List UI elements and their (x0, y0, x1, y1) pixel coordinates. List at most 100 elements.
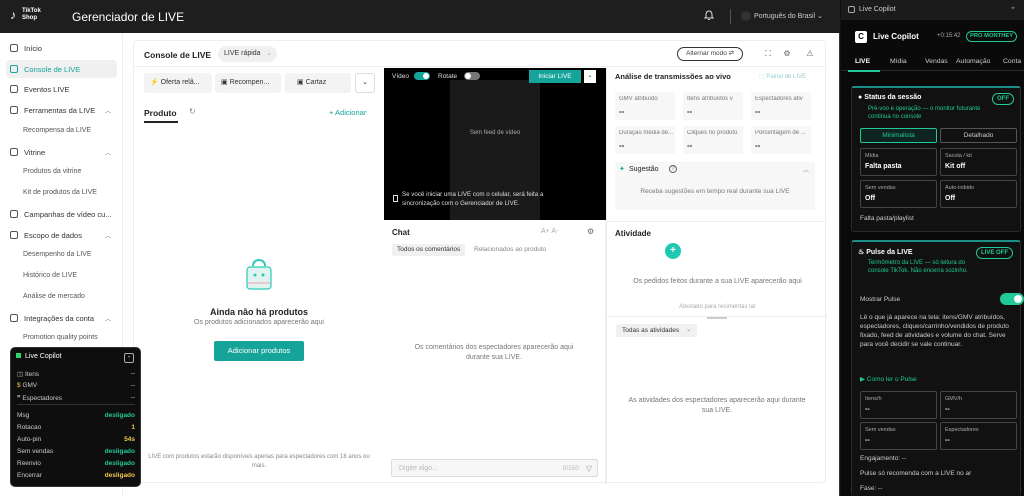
recommend-text: Pulse só recomenda com a LIVE no ar (860, 470, 972, 477)
minimize-button[interactable]: - (124, 353, 134, 363)
gift-icon: ▣ (221, 79, 228, 86)
analysis-title: Análise de transmissões ao vivo (615, 72, 731, 81)
row-label: Auto-pin (17, 436, 42, 443)
sidebar-item-kit-produtos[interactable]: Kit de produtos da LIVE (23, 189, 97, 196)
calendar-icon (10, 85, 18, 93)
sidebar-item-analise-mercado[interactable]: Análise de mercado (23, 293, 85, 300)
chevron-up-icon[interactable]: ︿ (803, 165, 809, 174)
sidebar-item-eventos[interactable]: Eventos LIVE (6, 80, 117, 98)
minimal-view-button[interactable]: Minimalista (860, 128, 937, 143)
video-toggle-label: Vídeo (392, 73, 409, 80)
metric-label: Duração média de... (619, 130, 674, 136)
dashboard-label: Painel de LIVE (766, 74, 807, 80)
tab-automacao[interactable]: Automação (956, 58, 990, 65)
offer-button[interactable]: ⚡ Oferta relâ... (144, 73, 212, 93)
phase-text: Fase: -- (860, 485, 883, 492)
resize-handle[interactable] (707, 317, 727, 319)
sidebar-item-produtos-vitrine[interactable]: Produtos da vitrine (23, 168, 81, 175)
sidebar-item-historico[interactable]: Histórico de LIVE (23, 272, 77, 279)
live-dashboard-link[interactable]: ⬚ Painel de LIVE (759, 73, 806, 80)
sync-note: Se você iniciar uma LIVE com o celular, … (402, 191, 544, 207)
sidebar-item-inicio[interactable]: Início (6, 39, 117, 57)
warning-icon[interactable]: ⚠ (805, 49, 815, 59)
add-product-link[interactable]: + Adicionar (329, 108, 366, 117)
mini-title-text: Live Copilot (25, 353, 62, 360)
pulse-howto-link[interactable]: ▶ Como ler o Pulse (860, 375, 917, 383)
more-tools-button[interactable]: ⌄ (355, 73, 375, 93)
chat-settings-icon[interactable]: ⚙ (587, 227, 594, 236)
chat-input[interactable]: Digite algo... 0/150 ▽ (391, 459, 598, 477)
plus-icon[interactable]: + (665, 243, 681, 259)
tiktok-shop-logo[interactable]: ♪ TikTok Shop (10, 8, 41, 22)
video-preview: Vídeo Rotate Iniciar LIVE ⌄ Sem feed de … (384, 68, 606, 220)
tab-conta[interactable]: Conta (1003, 58, 1021, 65)
video-icon (10, 210, 18, 218)
reward-button[interactable]: ▣ Recompen... (215, 73, 281, 93)
chevron-down-icon: ⌄ (266, 51, 272, 57)
tab-vendas[interactable]: Vendas (925, 58, 948, 65)
stat-box: Mídia Falta pasta (860, 148, 937, 176)
pulse-toggle[interactable] (1000, 293, 1024, 305)
language-label: Português do Brasil (754, 13, 816, 20)
tab-produto[interactable]: Produto (144, 108, 177, 118)
expand-icon[interactable]: ⛶ (763, 49, 773, 59)
chat-panel: Chat A+ A- ⚙ Todos os comentários Relaci… (384, 221, 606, 484)
home-icon (10, 44, 18, 52)
stat-label: Sem vendas (865, 185, 896, 191)
sidebar-item-label: Vitrine (24, 147, 46, 157)
sidebar-item-integracoes[interactable]: Integrações da conta ︿ (6, 309, 117, 327)
refresh-icon[interactable]: ↻ (189, 107, 196, 116)
panel-icon (848, 6, 855, 13)
avatar[interactable] (741, 11, 751, 21)
sidebar-item-desempenho[interactable]: Desempenho da LIVE (23, 251, 92, 258)
sidebar-item-console[interactable]: Console de LIVE (6, 60, 117, 78)
settings-icon[interactable]: ⚙ (782, 49, 792, 59)
app-title: Gerenciador de LIVE (72, 10, 185, 24)
stat-label: Itens/h (865, 396, 882, 402)
filter-icon[interactable]: ▽ (586, 464, 592, 473)
video-toggle[interactable] (414, 72, 430, 80)
topbar-divider (730, 9, 731, 24)
tab-live[interactable]: LIVE (855, 58, 870, 65)
mini-copilot-panel[interactable]: Live Copilot - ◫ Itens -- $ GMV -- ❞ Espec… (10, 347, 141, 487)
sidebar-item-promotion-points[interactable]: Promotion quality points (23, 334, 98, 341)
pin-icon[interactable]: ⌖ (1011, 5, 1015, 13)
mode-selector[interactable]: LIVE rápida ⌄ (218, 46, 277, 62)
metric-label: Itens atribuídos v (687, 96, 733, 102)
rotate-toggle[interactable] (464, 72, 480, 80)
font-size-controls[interactable]: A+ A- (541, 228, 558, 235)
add-products-button[interactable]: Adicionar produtos (214, 341, 304, 361)
pulse-subtitle: Termômetro da LIVE — só leitura do conso… (868, 260, 968, 274)
poster-button[interactable]: ▣ Cartaz (285, 73, 351, 93)
status-footer: Falta pasta/playlist (860, 215, 914, 222)
help-icon[interactable]: ? (669, 165, 677, 173)
alternate-mode-button[interactable]: Alternar modo ⇄ (677, 47, 744, 61)
sparkle-icon: ✦ (619, 166, 625, 173)
sidebar-item-ferramentas[interactable]: Ferramentas da LIVE ︿ (6, 101, 117, 119)
language-selector[interactable]: Português do Brasil ⌄ (754, 12, 823, 20)
start-live-options[interactable]: ⌄ (584, 70, 596, 83)
start-live-button[interactable]: Iniciar LIVE (529, 70, 581, 83)
console-icon (10, 65, 18, 73)
activity-filter[interactable]: Todas as atividades ⌄ (616, 324, 698, 337)
sidebar-item-vitrine[interactable]: Vitrine ︿ (6, 143, 117, 161)
sidebar-item-campanhas[interactable]: Campanhas de vídeo cu... (6, 205, 117, 223)
tab-product-comments[interactable]: Relacionados ao produto (474, 244, 546, 256)
tab-midia[interactable]: Mídia (890, 58, 907, 65)
row-value: -- (130, 382, 135, 389)
copilot-header: C Live Copilot +0:15:42 PRO MONTHEY (849, 28, 1019, 46)
sidebar-item-recompensa[interactable]: Recompensa da LIVE (23, 127, 91, 134)
detailed-view-button[interactable]: Detalhado (940, 128, 1017, 143)
poster-label: Cartaz (305, 79, 327, 86)
tiktok-logo-icon: ♪ (10, 7, 16, 22)
chevron-up-icon: ︿ (104, 108, 111, 115)
tab-all-comments[interactable]: Todos os comentários (392, 244, 466, 256)
reward-label: Recompen... (229, 79, 270, 86)
metric-card: Espectadores ativ -- (751, 92, 811, 120)
bell-icon[interactable] (703, 10, 716, 22)
sidebar-item-label: Ferramentas da LIVE (24, 105, 96, 115)
chevron-up-icon: ︿ (104, 233, 111, 240)
pulse-title: Pulse da LIVE (866, 249, 913, 256)
empty-products-title: Ainda não há produtos (210, 307, 308, 317)
sidebar-item-escopo[interactable]: Escopo de dados ︿ (6, 226, 117, 244)
